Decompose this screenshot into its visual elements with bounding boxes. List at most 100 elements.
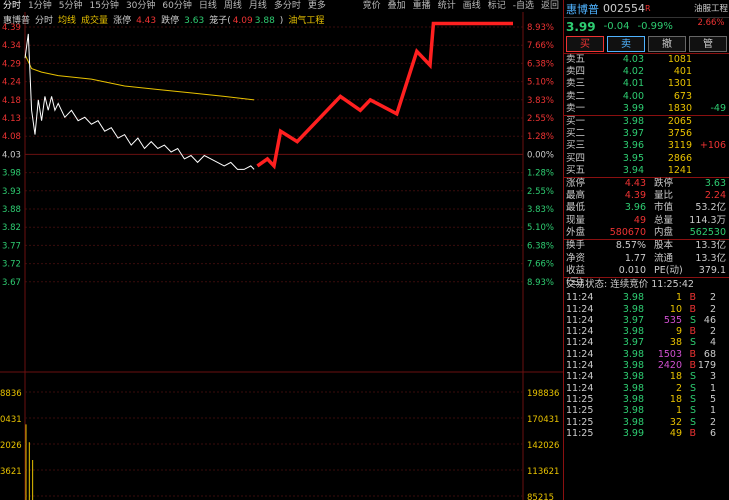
stock-code: 002554 <box>603 2 645 15</box>
stat-value: 53.2亿 <box>695 202 726 214</box>
period-tab-3[interactable]: 15分钟 <box>86 0 122 12</box>
ask-row[interactable]: 卖三 4.01 1301 <box>564 78 729 90</box>
bid-row[interactable]: 买二 3.97 3756 <box>564 128 729 140</box>
stat-key: 内盘 <box>654 227 674 239</box>
tick-row: 11:24 3.97 38 S 4 <box>564 337 729 348</box>
buy-button[interactable]: 买 <box>566 36 604 52</box>
stat-row: 净资 1.77 流通 13.3亿 <box>564 253 729 265</box>
tool-button-7[interactable]: 返回 <box>538 0 563 12</box>
book-volume: 3756 <box>667 128 692 140</box>
tool-button-5[interactable]: 标记 <box>485 0 510 12</box>
volume-tick-label-left: 8836 <box>0 389 22 399</box>
tick-count: 46 <box>703 314 716 326</box>
tick-price: 3.98 <box>622 360 644 372</box>
legend-item: 分时 <box>35 16 54 26</box>
book-price: 3.94 <box>622 164 644 176</box>
book-change <box>692 91 726 103</box>
ask-row[interactable]: 卖一 3.99 1830 -49 <box>564 103 729 115</box>
tool-button-3[interactable]: 统计 <box>435 0 460 12</box>
tick-time: 11:25 <box>566 405 594 417</box>
tick-count: 68 <box>703 348 716 360</box>
tick-time: 11:25 <box>566 427 594 439</box>
price-change: -0.04 <box>603 21 630 32</box>
tool-button-4[interactable]: 画线 <box>460 0 485 12</box>
cancel-order-button[interactable]: 撤 <box>648 36 686 52</box>
period-tab-7[interactable]: 周线 <box>221 0 246 12</box>
manage-button[interactable]: 管 <box>689 36 727 52</box>
legend-item: 成交量 <box>81 16 109 26</box>
tool-button-2[interactable]: 重播 <box>410 0 435 12</box>
book-volume: 1081 <box>667 54 692 65</box>
sector-tag[interactable]: 油服工程 2.66% <box>693 2 729 28</box>
stat-value: 580670 <box>609 227 646 239</box>
tick-list[interactable]: 11:24 3.98 1 B 2 11:24 3.98 10 B 2 11:24 3.97 535 S 46… <box>564 292 729 439</box>
bid-row[interactable]: 买五 3.94 1241 <box>564 165 729 177</box>
chart-canvas[interactable]: 4.39 8.93%4.34 7.66%4.29 6.38%4.24 5.10%4.18… <box>0 12 563 500</box>
book-label: 买一 <box>566 115 586 127</box>
period-tab-6[interactable]: 日线 <box>196 0 221 12</box>
book-price: 3.98 <box>622 115 644 127</box>
sell-button[interactable]: 卖 <box>607 36 645 52</box>
pct-tick-label: 1.28% <box>527 132 554 142</box>
legend-item: 4.09 <box>232 16 253 26</box>
bid-row[interactable]: 买三 3.96 3119 +106 <box>564 140 729 152</box>
tick-volume: 1 <box>675 405 682 417</box>
legend-item: 4.43 <box>136 16 157 26</box>
legend-item: 油气工程 <box>288 16 325 26</box>
legend-item: 3.63 <box>184 16 205 26</box>
period-tab-0[interactable]: 分时 <box>0 0 25 12</box>
period-tab-4[interactable]: 30分钟 <box>123 0 159 12</box>
ask-row[interactable]: 卖二 4.00 673 <box>564 91 729 103</box>
ask-row[interactable]: 卖五 4.03 1081 <box>564 54 729 66</box>
tick-time: 11:24 <box>566 303 594 315</box>
pct-tick-label: 3.83% <box>527 205 554 215</box>
period-tab-10[interactable]: 更多 <box>305 0 330 12</box>
tool-button-6[interactable]: -自选 <box>510 0 538 12</box>
trade-buttons: 买 卖 撤 管 <box>564 35 729 53</box>
bid-row[interactable]: 买四 3.95 2866 <box>564 153 729 165</box>
tick-row: 11:25 3.98 1 S 1 <box>564 405 729 416</box>
tool-button-1[interactable]: 叠加 <box>385 0 410 12</box>
period-tab-9[interactable]: 多分时 <box>271 0 305 12</box>
price-tick-label: 4.18 <box>2 96 21 106</box>
avg-price-line <box>24 54 255 101</box>
book-change <box>692 128 726 140</box>
stat-value: 3.96 <box>624 202 646 214</box>
price-change-pct: -0.99% <box>637 21 673 32</box>
period-tab-8[interactable]: 月线 <box>246 0 271 12</box>
book-price: 4.00 <box>622 90 644 102</box>
tool-button-0[interactable]: 竞价 <box>360 0 385 12</box>
pct-tick-label: 1.28% <box>527 169 554 179</box>
pct-tick-label: 6.38% <box>527 241 554 251</box>
period-tab-5[interactable]: 60分钟 <box>159 0 195 12</box>
quote-panel: 惠博普 002554 R 油服工程 2.66% 3.99 -0.04 -0.99… <box>563 0 729 500</box>
tick-row: 11:24 3.98 1 B 2 <box>564 292 729 303</box>
intraday-chart[interactable]: 4.39 8.93% 4.34 7.66% 4.29 6.38% 4.24 5.10% 4.18… <box>0 12 563 500</box>
legend-item: 3.88 <box>254 16 275 26</box>
stat-key: 外盘 <box>566 227 586 239</box>
ask-book: 卖五 4.03 1081 卖四 4.02 401 卖三 4.01 1301 卖二 4.00 673 卖一… <box>564 54 729 115</box>
book-change <box>692 54 726 66</box>
bid-row[interactable]: 买一 3.98 2065 <box>564 116 729 128</box>
tick-volume: 9 <box>675 326 682 338</box>
pct-tick-label: 0.00% <box>527 150 554 160</box>
book-change <box>692 153 726 165</box>
tick-price: 3.98 <box>622 292 644 304</box>
ask-row[interactable]: 卖四 4.02 401 <box>564 66 729 78</box>
book-change: -49 <box>710 102 726 114</box>
stock-name[interactable]: 惠博普 <box>566 1 599 17</box>
book-volume: 401 <box>673 66 692 78</box>
book-price: 4.02 <box>622 66 644 78</box>
book-price: 3.97 <box>622 128 644 140</box>
legend-item: 跌停 <box>161 16 180 26</box>
tick-price: 3.98 <box>622 348 644 360</box>
period-tab-1[interactable]: 1分钟 <box>25 0 56 12</box>
tick-side: B <box>689 292 696 304</box>
tick-row: 11:25 3.99 49 B 6 <box>564 428 729 439</box>
tick-side: S <box>689 314 696 326</box>
book-volume: 1830 <box>667 102 692 114</box>
tick-time: 11:24 <box>566 314 594 326</box>
book-price: 3.95 <box>622 152 644 164</box>
period-tab-2[interactable]: 5分钟 <box>56 0 87 12</box>
book-change <box>692 165 726 177</box>
